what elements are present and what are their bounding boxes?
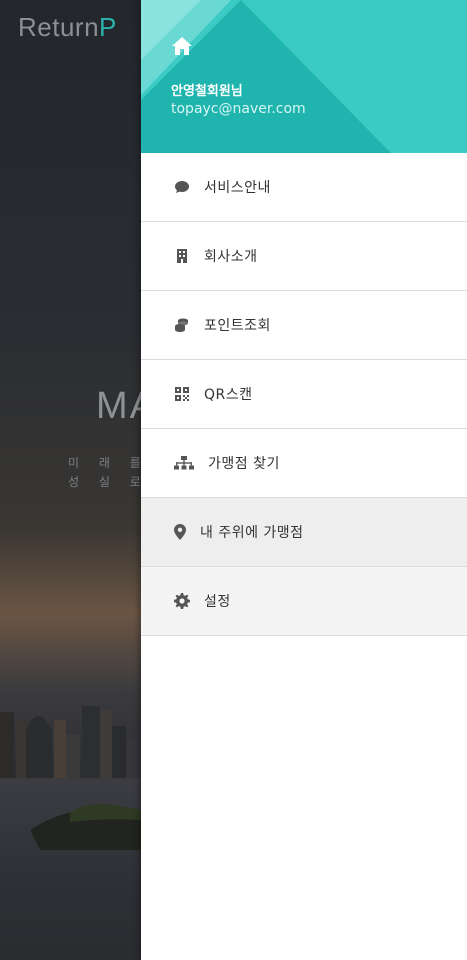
menu-item-service-info[interactable]: 서비스안내	[141, 153, 467, 222]
user-name: 안영철회원님	[171, 84, 243, 99]
menu-item-qr-scan[interactable]: QR스캔	[141, 360, 467, 429]
menu-item-nearby-stores[interactable]: 내 주위에 가맹점	[141, 498, 467, 567]
menu-item-label: 서비스안내	[204, 180, 271, 196]
menu-item-label: 설정	[204, 594, 231, 610]
chat-bubble-icon	[174, 179, 190, 195]
user-email: topayc@naver.com	[171, 101, 306, 117]
menu-item-label: QR스캔	[204, 387, 253, 403]
menu-item-settings[interactable]: 설정	[141, 567, 467, 636]
map-marker-icon	[174, 524, 190, 540]
home-icon[interactable]	[171, 36, 193, 56]
navigation-drawer: 안영철회원님 topayc@naver.com 서비스안내 회사소개 포인트조회	[141, 0, 467, 960]
menu-item-label: 포인트조회	[204, 318, 271, 334]
drawer-header: 안영철회원님 topayc@naver.com	[141, 0, 467, 153]
header-decoration	[141, 0, 467, 153]
building-icon	[174, 248, 190, 264]
menu-item-company[interactable]: 회사소개	[141, 222, 467, 291]
menu-item-label: 가맹점 찾기	[208, 456, 280, 472]
sitemap-icon	[174, 455, 194, 471]
app-logo: ReturnP	[18, 12, 117, 42]
menu-item-label: 회사소개	[204, 249, 258, 265]
gear-icon	[174, 593, 190, 609]
menu-item-label: 내 주위에 가맹점	[200, 525, 304, 541]
island-image	[30, 804, 141, 850]
menu-item-points[interactable]: 포인트조회	[141, 291, 467, 360]
menu-item-find-store[interactable]: 가맹점 찾기	[141, 429, 467, 498]
qrcode-icon	[174, 386, 190, 402]
coins-icon	[174, 317, 190, 333]
drawer-menu: 서비스안내 회사소개 포인트조회 QR스캔 가맹점 찾기 내 주위에 가맹점 설…	[141, 153, 467, 636]
